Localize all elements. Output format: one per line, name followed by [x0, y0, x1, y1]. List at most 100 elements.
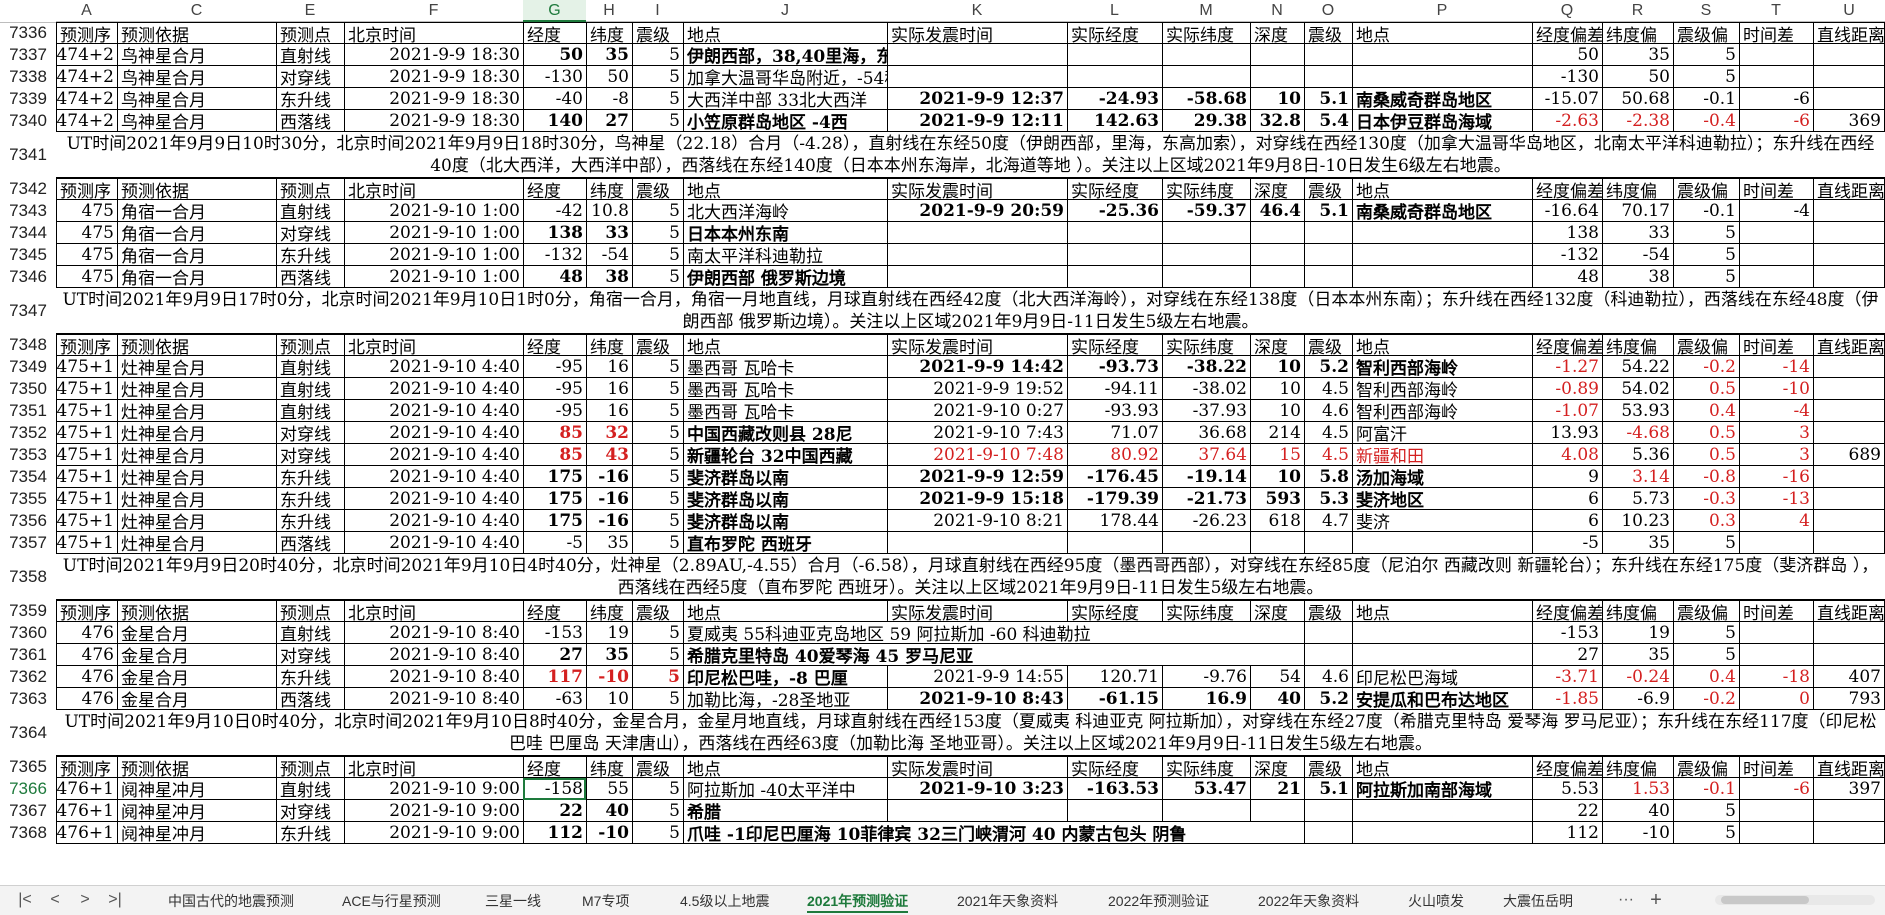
column-header-i[interactable]: I	[632, 0, 683, 22]
table-cell[interactable]: 474+2	[56, 44, 117, 66]
table-cell[interactable]	[1250, 800, 1304, 822]
table-cell[interactable]	[1352, 266, 1532, 288]
table-cell[interactable]: 直射线	[276, 356, 344, 378]
forecast-note[interactable]: UT时间2021年9月9日10时30分，北京时间2021年9月9日18时30分，…	[56, 132, 1885, 178]
table-cell[interactable]: 灶神星合月	[117, 422, 276, 444]
table-cell[interactable]: 140	[523, 110, 586, 132]
table-cell[interactable]: 伊朗西部，38,40里海，东高加索	[683, 44, 887, 66]
table-cell[interactable]: -10	[1602, 822, 1673, 844]
add-sheet-button[interactable]: +	[1645, 890, 1667, 910]
table-cell[interactable]: -16	[1739, 466, 1813, 488]
column-header-s[interactable]: S	[1673, 0, 1739, 22]
table-cell[interactable]: 直射线	[276, 400, 344, 422]
table-cell[interactable]: 伊朗西部 俄罗斯边境	[683, 266, 887, 288]
row-number[interactable]: 7352	[0, 422, 56, 444]
table-cell[interactable]: -4	[1739, 200, 1813, 222]
row-number[interactable]: 7349	[0, 356, 56, 378]
table-cell[interactable]	[887, 532, 1067, 554]
table-cell[interactable]: -16	[586, 510, 632, 532]
table-cell[interactable]	[1813, 200, 1885, 222]
table-cell[interactable]: -0.1	[1673, 88, 1739, 110]
table-cell[interactable]: 西落线	[276, 266, 344, 288]
table-cell[interactable]: 南桑威奇群岛地区	[1352, 88, 1532, 110]
header-cell[interactable]: 实际发震时间	[887, 22, 1067, 44]
table-cell[interactable]: 2021-9-10 1:00	[344, 266, 523, 288]
table-cell[interactable]: -153	[523, 622, 586, 644]
table-cell[interactable]: 4.5	[1304, 422, 1352, 444]
header-cell[interactable]: 实际发震时间	[887, 600, 1067, 622]
header-cell[interactable]: 实际纬度	[1162, 178, 1250, 200]
row-number[interactable]: 7364	[0, 710, 56, 756]
table-cell[interactable]: 5	[632, 266, 683, 288]
table-cell[interactable]: -130	[523, 66, 586, 88]
table-cell[interactable]: 175	[523, 488, 586, 510]
table-cell[interactable]	[1813, 356, 1885, 378]
table-cell[interactable]: -19.14	[1162, 466, 1250, 488]
table-cell[interactable]	[1813, 400, 1885, 422]
header-cell[interactable]: 震级	[632, 756, 683, 778]
column-header-n[interactable]: N	[1250, 0, 1304, 22]
table-cell[interactable]	[1250, 266, 1304, 288]
table-cell[interactable]: 2021-9-10 8:40	[344, 644, 523, 666]
table-cell[interactable]: 5	[632, 400, 683, 422]
column-header-j[interactable]: J	[683, 0, 887, 22]
table-cell[interactable]: -10	[1739, 378, 1813, 400]
table-cell[interactable]: -5	[523, 532, 586, 554]
first-sheet-button[interactable]: |<	[14, 890, 36, 910]
table-cell[interactable]	[1813, 244, 1885, 266]
table-cell[interactable]: -6	[1739, 110, 1813, 132]
table-cell[interactable]: 475+1	[56, 444, 117, 466]
table-cell[interactable]: 5	[1673, 644, 1739, 666]
table-cell[interactable]	[1352, 800, 1532, 822]
header-cell[interactable]: 实际发震时间	[887, 756, 1067, 778]
table-cell[interactable]: 19	[1602, 622, 1673, 644]
header-cell[interactable]: 北京时间	[344, 600, 523, 622]
header-cell[interactable]: 震级	[1304, 600, 1352, 622]
table-cell[interactable]: 智利西部海岭	[1352, 356, 1532, 378]
row-number[interactable]: 7353	[0, 444, 56, 466]
table-cell[interactable]: 2021-9-10 8:40	[344, 666, 523, 688]
table-cell[interactable]: 10	[1250, 88, 1304, 110]
sheet-tab[interactable]: 2021年预测验证	[807, 891, 909, 913]
table-cell[interactable]: -63	[523, 688, 586, 710]
next-sheet-button[interactable]: >	[74, 890, 96, 910]
table-cell[interactable]: -0.2	[1673, 356, 1739, 378]
table-cell[interactable]: 10.8	[586, 200, 632, 222]
table-cell[interactable]: 直射线	[276, 44, 344, 66]
table-cell[interactable]: 5	[632, 200, 683, 222]
table-cell[interactable]: 对穿线	[276, 800, 344, 822]
table-cell[interactable]	[1739, 532, 1813, 554]
table-cell[interactable]: 5	[632, 510, 683, 532]
table-cell[interactable]: 4.6	[1304, 666, 1352, 688]
table-cell[interactable]: 汤加海域	[1352, 466, 1532, 488]
sheet-tab[interactable]: 2021年天象资料	[957, 891, 1058, 911]
sheet-tab[interactable]: ACE与行星预测	[342, 891, 441, 911]
header-cell[interactable]: 经度偏差	[1532, 600, 1602, 622]
table-cell[interactable]: 5	[632, 466, 683, 488]
table-cell[interactable]: 4.5	[1304, 378, 1352, 400]
table-cell[interactable]	[1067, 800, 1162, 822]
table-cell[interactable]: -132	[523, 244, 586, 266]
table-cell[interactable]	[1813, 222, 1885, 244]
column-header-q[interactable]: Q	[1532, 0, 1602, 22]
table-cell[interactable]: 35	[1602, 532, 1673, 554]
header-cell[interactable]: 时间差	[1739, 22, 1813, 44]
table-cell[interactable]: 138	[1532, 222, 1602, 244]
table-cell[interactable]: 793	[1813, 688, 1885, 710]
scrollbar-thumb[interactable]	[1721, 896, 1809, 904]
table-cell[interactable]: 35	[586, 532, 632, 554]
column-header-t[interactable]: T	[1739, 0, 1813, 22]
table-cell[interactable]: 5.1	[1304, 778, 1352, 800]
table-cell[interactable]: 西落线	[276, 110, 344, 132]
header-cell[interactable]: 预测点	[276, 600, 344, 622]
table-cell[interactable]	[1739, 800, 1813, 822]
table-cell[interactable]: 3	[1739, 422, 1813, 444]
row-number[interactable]: 7348	[0, 334, 56, 356]
header-cell[interactable]: 实际经度	[1067, 756, 1162, 778]
table-cell[interactable]: 5.4	[1304, 110, 1352, 132]
table-cell[interactable]: 476+1	[56, 778, 117, 800]
table-cell[interactable]: 474+2	[56, 88, 117, 110]
table-cell[interactable]: 东升线	[276, 466, 344, 488]
table-cell[interactable]: 东升线	[276, 510, 344, 532]
row-number[interactable]: 7345	[0, 244, 56, 266]
